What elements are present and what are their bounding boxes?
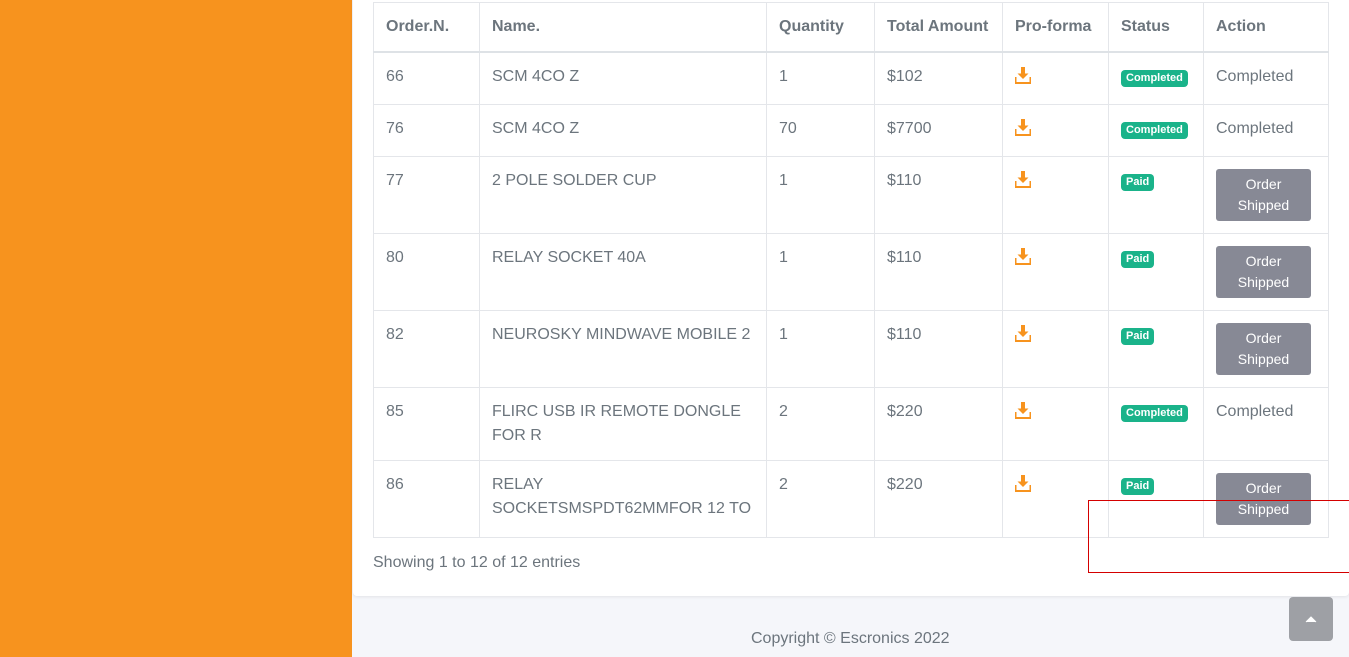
action-status-text: Completed (1216, 68, 1294, 85)
status-badge: Paid (1121, 251, 1155, 268)
proforma-cell (1002, 156, 1109, 234)
status-cell: Completed (1108, 387, 1204, 461)
status-badge: Completed (1121, 70, 1188, 87)
download-icon[interactable] (1015, 119, 1031, 136)
proforma-cell (1002, 104, 1109, 157)
column-header-proforma[interactable]: Pro-forma (1002, 2, 1109, 53)
order-number-cell: 82 (373, 310, 480, 388)
table-row: 66 SCM 4CO Z 1 $102 Completed Completed (373, 51, 1329, 105)
download-icon[interactable] (1015, 402, 1031, 419)
proforma-cell (1002, 233, 1109, 311)
action-cell: Completed (1203, 104, 1329, 157)
entries-info: Showing 1 to 12 of 12 entries (373, 554, 581, 571)
column-header-order[interactable]: Order.N. (373, 2, 480, 53)
quantity-cell: 2 (766, 387, 875, 461)
status-badge: Paid (1121, 328, 1155, 345)
proforma-cell (1002, 51, 1109, 105)
order-shipped-button[interactable]: Order Shipped (1216, 169, 1311, 221)
status-badge: Paid (1121, 478, 1155, 495)
total-amount-cell: $110 (874, 233, 1003, 311)
action-cell: Completed (1203, 51, 1329, 105)
action-cell: Order Shipped (1203, 156, 1329, 234)
quantity-cell: 1 (766, 156, 875, 234)
download-icon[interactable] (1015, 475, 1031, 492)
table-row: 82 NEUROSKY MINDWAVE MOBILE 2 1 $110 Paid Ord… (373, 310, 1329, 388)
column-header-quantity[interactable]: Quantity (766, 2, 875, 53)
status-cell: Paid (1108, 310, 1204, 388)
quantity-cell: 1 (766, 233, 875, 311)
product-name-cell: FLIRC USB IR REMOTE DONGLE FOR R (479, 387, 767, 461)
total-amount-cell: $7700 (874, 104, 1003, 157)
orders-table: 66 SCM 4CO Z 1 $102 Completed Completed 76 SCM … (373, 2, 1329, 538)
status-cell: Paid (1108, 233, 1204, 311)
total-amount-cell: $110 (874, 310, 1003, 388)
table-footer-header: Order.N. Name. Quantity Total Amount Pro… (373, 2, 1329, 53)
table-row: 85 FLIRC USB IR REMOTE DONGLE FOR R 2 $220 C… (373, 387, 1329, 461)
scroll-to-top-button[interactable] (1289, 597, 1333, 641)
action-cell: Completed (1203, 387, 1329, 461)
download-icon[interactable] (1015, 67, 1031, 84)
table-body: 66 SCM 4CO Z 1 $102 Completed Completed 76 SCM … (373, 51, 1329, 538)
status-badge: Completed (1121, 405, 1188, 422)
status-badge: Paid (1121, 174, 1155, 191)
order-shipped-button[interactable]: Order Shipped (1216, 246, 1311, 298)
quantity-cell: 1 (766, 310, 875, 388)
total-amount-cell: $220 (874, 387, 1003, 461)
order-shipped-button[interactable]: Order Shipped (1216, 323, 1311, 375)
table-row: 77 2 POLE SOLDER CUP 1 $110 Paid Order Shipped (373, 156, 1329, 234)
order-number-cell: 80 (373, 233, 480, 311)
product-name-cell: RELAY SOCKETSMSPDT62MMFOR 12 TO (479, 460, 767, 538)
table-row: 76 SCM 4CO Z 70 $7700 Completed Completed (373, 104, 1329, 157)
order-number-cell: 66 (373, 51, 480, 105)
order-number-cell: 76 (373, 104, 480, 157)
action-cell: Order Shipped (1203, 233, 1329, 311)
proforma-cell (1002, 387, 1109, 461)
order-number-cell: 77 (373, 156, 480, 234)
quantity-cell: 70 (766, 104, 875, 157)
download-icon[interactable] (1015, 325, 1031, 342)
product-name-cell: RELAY SOCKET 40A (479, 233, 767, 311)
product-name-cell: 2 POLE SOLDER CUP (479, 156, 767, 234)
total-amount-cell: $110 (874, 156, 1003, 234)
quantity-cell: 1 (766, 51, 875, 105)
status-cell: Paid (1108, 156, 1204, 234)
product-name-cell: SCM 4CO Z (479, 51, 767, 105)
column-header-status[interactable]: Status (1108, 2, 1204, 53)
highlight-box (1088, 500, 1349, 573)
column-header-name[interactable]: Name. (479, 2, 767, 53)
chevron-up-icon (1305, 616, 1317, 623)
action-cell: Order Shipped (1203, 310, 1329, 388)
status-badge: Completed (1121, 122, 1188, 139)
product-name-cell: SCM 4CO Z (479, 104, 767, 157)
quantity-cell: 2 (766, 460, 875, 538)
copyright-text: Copyright © Escronics 2022 (751, 630, 950, 647)
download-icon[interactable] (1015, 248, 1031, 265)
proforma-cell (1002, 310, 1109, 388)
order-number-cell: 85 (373, 387, 480, 461)
column-header-action[interactable]: Action (1203, 2, 1329, 53)
column-header-total-amount[interactable]: Total Amount (874, 2, 1003, 53)
product-name-cell: NEUROSKY MINDWAVE MOBILE 2 (479, 310, 767, 388)
order-number-cell: 86 (373, 460, 480, 538)
table-row: 80 RELAY SOCKET 40A 1 $110 Paid Order Shipped (373, 233, 1329, 311)
action-status-text: Completed (1216, 120, 1294, 137)
total-amount-cell: $102 (874, 51, 1003, 105)
status-cell: Completed (1108, 104, 1204, 157)
status-cell: Completed (1108, 51, 1204, 105)
sidebar (0, 0, 352, 657)
download-icon[interactable] (1015, 171, 1031, 188)
total-amount-cell: $220 (874, 460, 1003, 538)
action-status-text: Completed (1216, 403, 1294, 420)
